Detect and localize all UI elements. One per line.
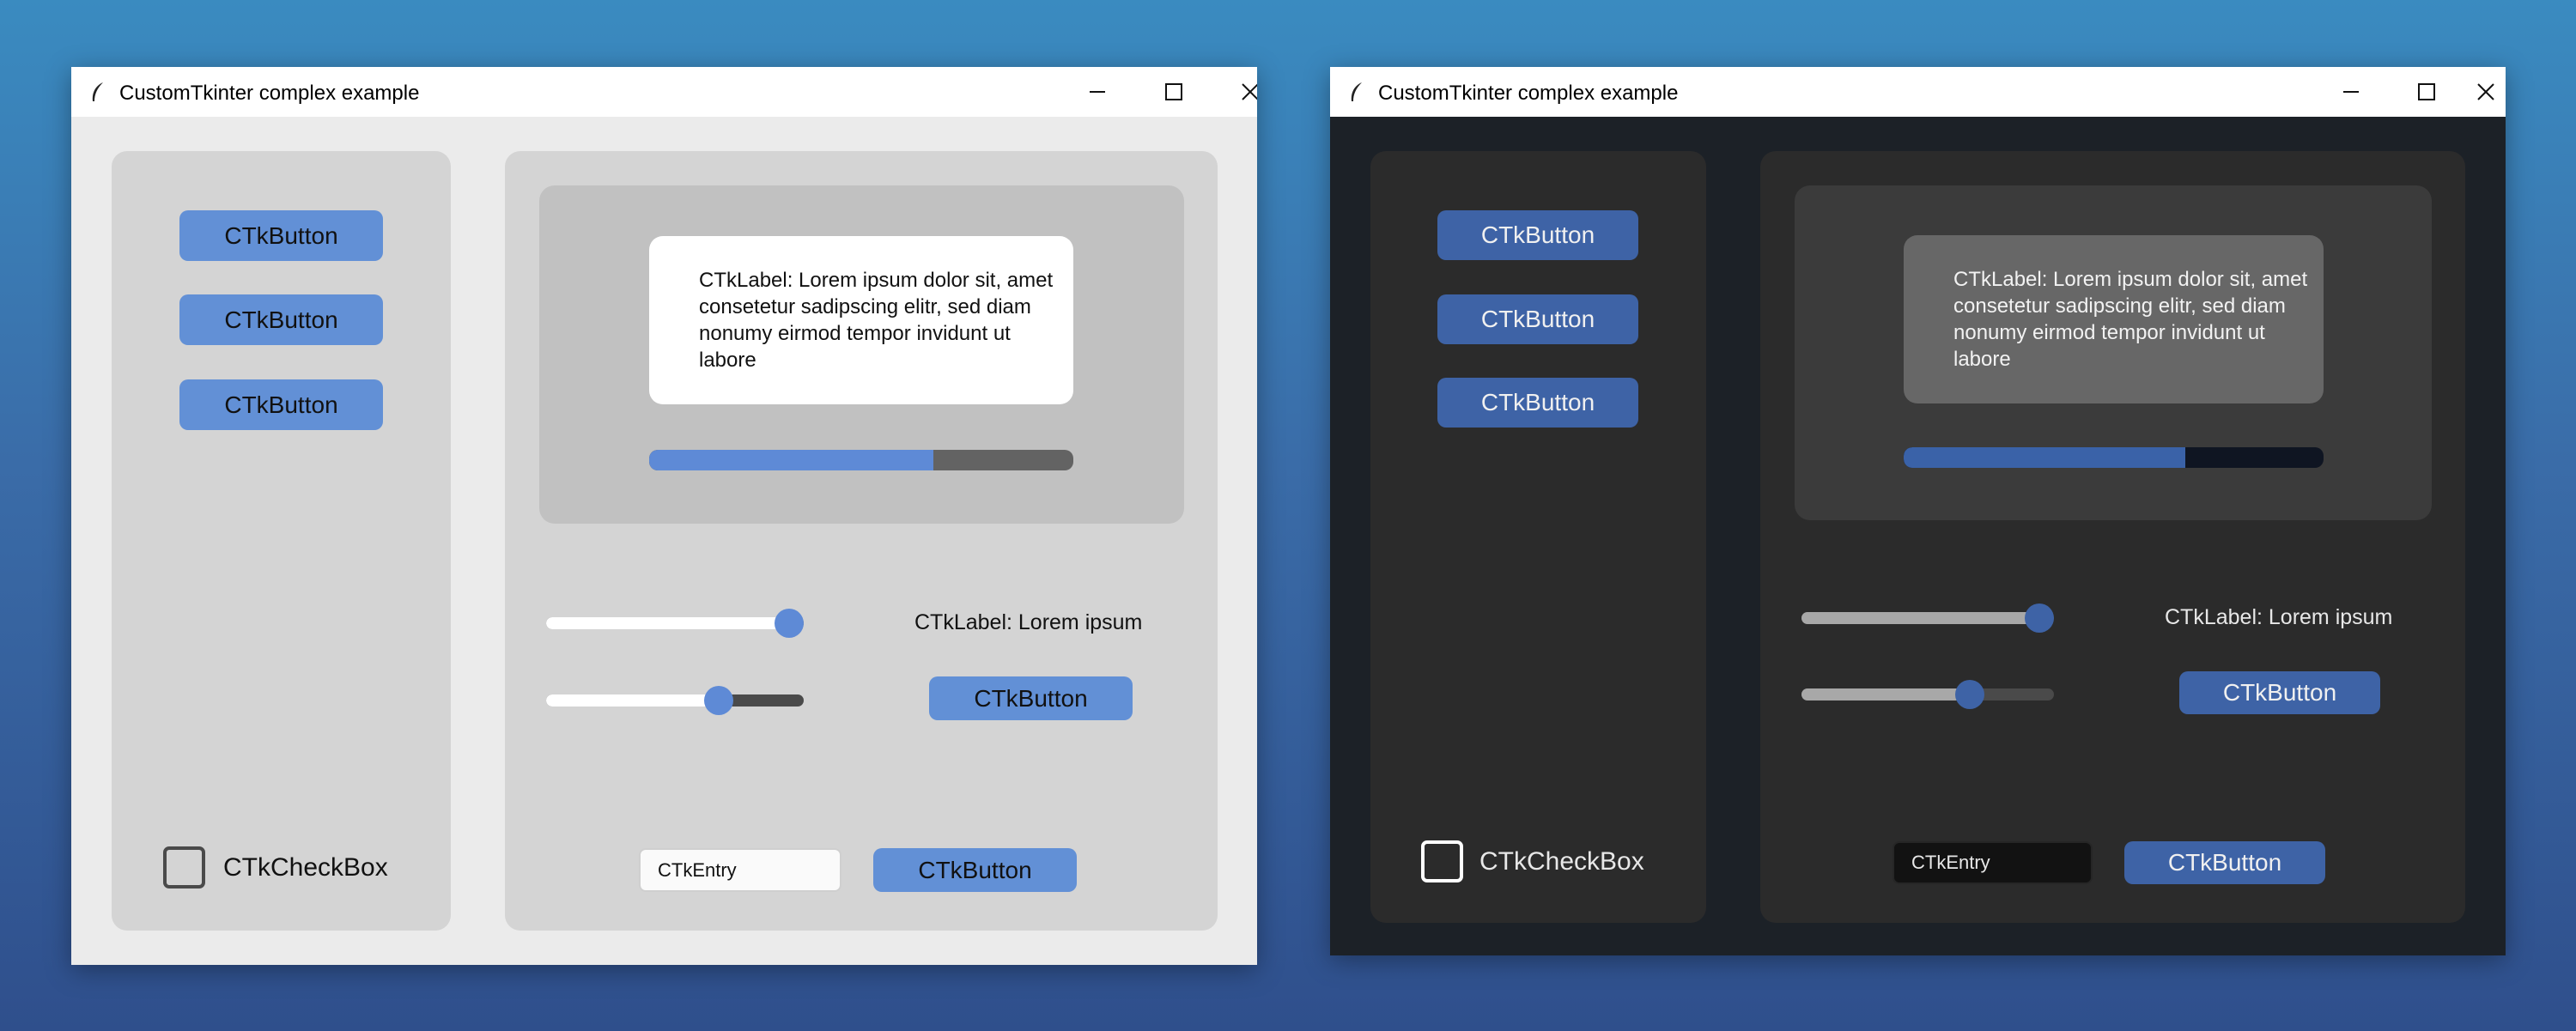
maximize-icon [1165,83,1182,100]
maximize-button[interactable] [1136,67,1212,117]
sidebar-button-2[interactable]: CTkButton [1437,294,1638,344]
sidebar-button-1[interactable]: CTkButton [179,210,383,261]
minimize-icon [2343,91,2359,93]
feather-icon [92,82,103,101]
left-frame: CTkButton CTkButton CTkButton CTkCheckBo… [1370,151,1706,923]
slider-fill [546,617,789,629]
slider-thumb[interactable] [1955,680,1984,709]
right-frame: CTkLabel: Lorem ipsum dolor sit, amet co… [505,151,1218,931]
entry-field[interactable]: CTkEntry [639,848,841,892]
slider-2[interactable] [546,683,804,718]
sidebar-button-3[interactable]: CTkButton [179,379,383,430]
checkbox-label: CTkCheckBox [223,853,388,882]
slider-thumb[interactable] [2025,603,2054,633]
inner-frame: CTkLabel: Lorem ipsum dolor sit, amet co… [539,185,1184,524]
checkbox[interactable] [1421,840,1463,882]
progress-fill [1904,447,2185,468]
slider-thumb[interactable] [775,609,804,638]
window-title: CustomTkinter complex example [119,82,420,105]
side-label: CTkLabel: Lorem ipsum [2165,605,2393,629]
close-icon [2476,83,2494,100]
checkbox[interactable] [163,846,205,888]
slider-fill [1801,612,2039,624]
window-title: CustomTkinter complex example [1378,82,1679,105]
side-label: CTkLabel: Lorem ipsum [914,610,1143,634]
bottom-button[interactable]: CTkButton [873,848,1077,892]
progress-bar [1904,447,2324,468]
light-window: CustomTkinter complex example CTkButton … [71,67,1257,965]
side-button[interactable]: CTkButton [929,676,1133,720]
left-frame: CTkButton CTkButton CTkButton CTkCheckBo… [112,151,451,931]
maximize-icon [2418,83,2435,100]
dark-window: CustomTkinter complex example CTkButton … [1330,67,2506,955]
right-frame: CTkLabel: Lorem ipsum dolor sit, amet co… [1760,151,2465,923]
slider-thumb[interactable] [704,686,733,715]
entry-field[interactable]: CTkEntry [1893,841,2093,884]
close-icon [1242,83,1257,100]
minimize-button[interactable] [1060,67,1135,117]
bottom-button[interactable]: CTkButton [2124,841,2325,884]
info-label: CTkLabel: Lorem ipsum dolor sit, amet co… [649,236,1073,404]
title-bar[interactable]: CustomTkinter complex example [1330,67,2506,117]
close-button[interactable] [1212,67,1257,117]
maximize-button[interactable] [2389,67,2464,117]
info-label: CTkLabel: Lorem ipsum dolor sit, amet co… [1904,235,2324,403]
title-bar[interactable]: CustomTkinter complex example [71,67,1257,117]
window-body: CTkButton CTkButton CTkButton CTkCheckBo… [71,117,1257,965]
slider-2[interactable] [1801,677,2054,712]
feather-icon [1351,82,1362,101]
window-body: CTkButton CTkButton CTkButton CTkCheckBo… [1330,117,2506,955]
close-button[interactable] [2465,67,2506,117]
checkbox-label: CTkCheckBox [1479,847,1644,876]
progress-fill [649,450,933,470]
inner-frame: CTkLabel: Lorem ipsum dolor sit, amet co… [1795,185,2432,520]
side-button[interactable]: CTkButton [2179,671,2380,714]
slider-1[interactable] [546,606,804,640]
slider-fill [1801,688,1970,700]
sidebar-button-2[interactable]: CTkButton [179,294,383,345]
slider-fill [546,694,719,707]
progress-bar [649,450,1073,470]
sidebar-button-1[interactable]: CTkButton [1437,210,1638,260]
sidebar-button-3[interactable]: CTkButton [1437,378,1638,428]
minimize-button[interactable] [2313,67,2389,117]
minimize-icon [1090,91,1105,93]
slider-1[interactable] [1801,601,2054,635]
